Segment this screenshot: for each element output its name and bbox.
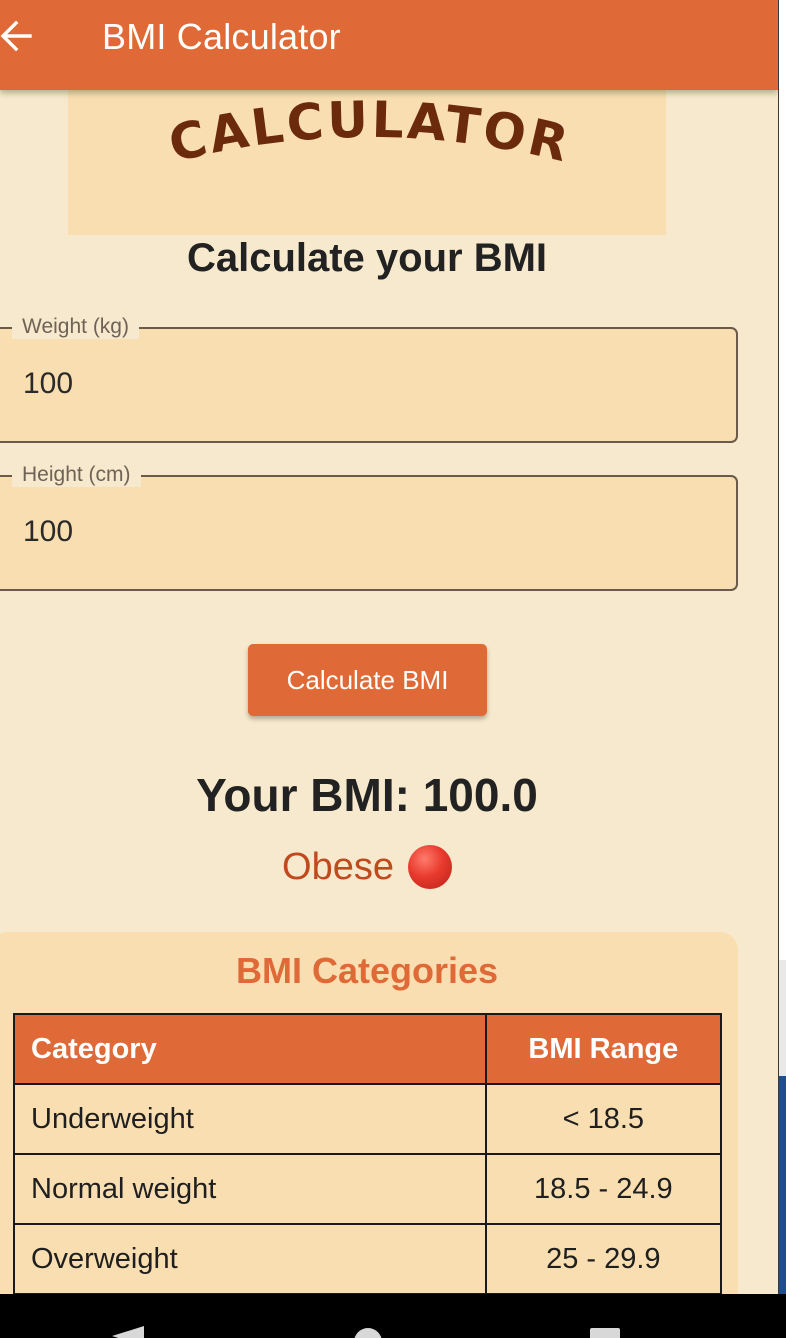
banner-text: CALCULATOR: [163, 91, 573, 174]
weight-field-value[interactable]: 100: [23, 367, 73, 401]
table-cell-category: Underweight: [13, 1083, 487, 1155]
height-field[interactable]: Height (cm) 100: [0, 463, 738, 591]
height-field-label: Height (cm): [12, 463, 141, 487]
red-circle-icon: [407, 845, 452, 889]
table-cell-range: 18.5 - 24.9: [484, 1153, 723, 1225]
height-field-value[interactable]: 100: [23, 515, 73, 549]
table-cell-category: Normal weight: [13, 1153, 487, 1225]
calculator-banner: CALCULATOR: [68, 90, 666, 235]
table-row: Normal weight 18.5 - 24.9: [13, 1153, 723, 1225]
bmi-categories-title: BMI Categories: [235, 950, 499, 991]
arrow-left-icon: [0, 20, 32, 52]
weight-field[interactable]: Weight (kg) 100: [0, 315, 738, 443]
app-screen: BMI Calculator CALCULATOR Calculate your…: [0, 0, 778, 1294]
bmi-result: Your BMI: 100.0: [196, 769, 538, 821]
table-cell-category: Overweight: [13, 1223, 487, 1294]
weight-field-label: Weight (kg): [12, 315, 139, 339]
table-cell-range: 25 - 29.9: [484, 1223, 723, 1294]
bmi-categories-table: Category BMI Range Underweight < 18.5 No…: [13, 1013, 723, 1294]
calculate-bmi-button[interactable]: Calculate BMI: [248, 644, 487, 716]
bmi-category-label: Obese: [282, 845, 394, 888]
table-row: Underweight < 18.5: [13, 1083, 723, 1155]
background-window-edge: [779, 1076, 786, 1294]
nav-back-icon[interactable]: [112, 1326, 144, 1338]
background-window-edge: [779, 960, 786, 1076]
table-header-range: BMI Range: [484, 1013, 723, 1085]
table-row: Overweight 25 - 29.9: [13, 1223, 723, 1294]
nav-recents-icon[interactable]: [590, 1328, 620, 1338]
app-bar-title: BMI Calculator: [102, 16, 341, 57]
banner-logo: CALCULATOR: [163, 91, 576, 174]
back-button[interactable]: [0, 18, 36, 54]
table-header-row: Category BMI Range: [13, 1013, 723, 1085]
table-header-category: Category: [13, 1013, 487, 1085]
svg-text:CALCULATOR: CALCULATOR: [163, 91, 576, 174]
app-bar: BMI Calculator: [0, 0, 778, 90]
page-heading: Calculate your BMI: [186, 236, 548, 280]
table-cell-range: < 18.5: [484, 1083, 723, 1155]
bmi-category-row: Obese: [0, 845, 734, 889]
